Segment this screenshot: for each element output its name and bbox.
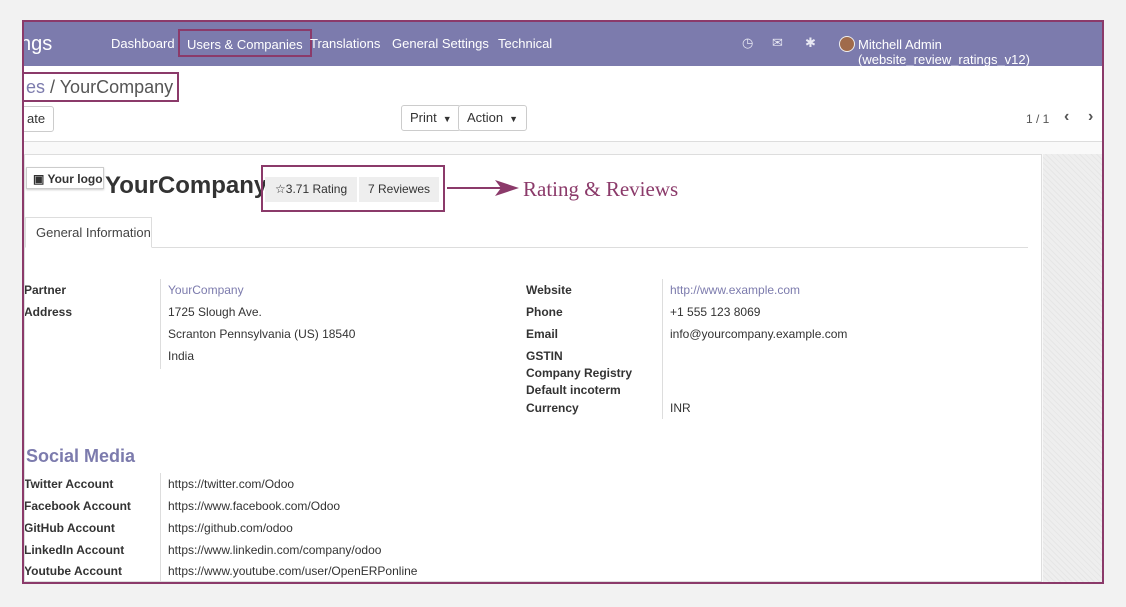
linkedin-label: LinkedIn Account (24, 543, 125, 557)
right-column-divider (662, 279, 663, 419)
rating-reviews-highlight: ☆3.71 Rating 7 Reviewes (261, 165, 445, 212)
chevron-left-icon[interactable]: ‹ (1064, 108, 1069, 126)
partner-label: Partner (24, 283, 67, 297)
arrow-annotation-icon (447, 180, 519, 196)
address-label: Address (24, 305, 73, 319)
user-menu[interactable]: Mitchell Admin (website_review_ratings_v… (858, 37, 1102, 67)
logo-upload-button[interactable]: ▣ Your logo (26, 167, 104, 189)
website-link[interactable]: http://www.example.com (670, 283, 800, 297)
avatar[interactable] (839, 36, 855, 52)
breadcrumb-separator: / (45, 77, 60, 97)
logo-label: Your logo (47, 172, 103, 186)
social-media-heading: Social Media (26, 446, 136, 466)
email-value[interactable]: info@yourcompany.example.com (670, 327, 847, 341)
github-label: GitHub Account (24, 521, 115, 535)
pager-value[interactable]: 1 / 1 (1026, 112, 1049, 126)
action-dropdown-button[interactable]: Action ▼ (458, 105, 528, 131)
social-column-divider (160, 473, 161, 581)
email-label: Email (526, 327, 559, 341)
create-button[interactable]: ate (24, 106, 55, 132)
website-label: Website (526, 283, 572, 297)
top-navbar: ngs Dashboard Users & Companies Translat… (24, 22, 1102, 67)
action-label: Action (467, 110, 504, 125)
chatter-placeholder (1043, 154, 1102, 582)
phone-label: Phone (526, 305, 563, 319)
chat-icon[interactable]: ✉ (772, 35, 783, 51)
currency-label: Currency (526, 401, 579, 415)
linkedin-value[interactable]: https://www.linkedin.com/company/odoo (168, 543, 381, 557)
youtube-value[interactable]: https://www.youtube.com/user/OpenERPonli… (168, 564, 417, 578)
rating-button[interactable]: ☆3.71 Rating (265, 177, 357, 202)
github-value[interactable]: https://github.com/odoo (168, 521, 293, 535)
address-country[interactable]: India (168, 349, 194, 363)
facebook-value[interactable]: https://www.facebook.com/Odoo (168, 499, 340, 513)
menu-dashboard[interactable]: Dashboard (111, 36, 175, 51)
breadcrumb-current: YourCompany (59, 77, 174, 97)
facebook-label: Facebook Account (24, 499, 131, 513)
caret-down-icon: ▼ (509, 113, 519, 124)
rating-label: 3.71 Rating (285, 182, 348, 196)
left-column-divider (160, 279, 161, 369)
print-dropdown-button[interactable]: Print ▼ (401, 105, 461, 131)
caret-down-icon: ▼ (442, 113, 452, 124)
control-panel: es / YourCompany ate Print ▼ Action ▼ 1 / … (24, 66, 1102, 142)
debug-bug-icon[interactable]: ✱ (805, 35, 816, 51)
currency-value[interactable]: INR (670, 401, 691, 415)
tab-general-information[interactable]: General Information (25, 217, 152, 248)
twitter-value[interactable]: https://twitter.com/Odoo (168, 477, 294, 491)
reviews-button[interactable]: 7 Reviewes (359, 177, 439, 202)
print-label: Print (410, 110, 437, 125)
company-registry-label: Company Registry (526, 366, 633, 380)
annotation-label: Rating & Reviews (523, 177, 679, 201)
menu-users-companies[interactable]: Users & Companies (178, 29, 312, 57)
youtube-label: Youtube Account (24, 564, 122, 578)
app-window: ngs Dashboard Users & Companies Translat… (22, 20, 1104, 584)
form-sheet: ▣ Your logo YourCompany ☆3.71 Rating 7 R… (24, 154, 1042, 582)
activity-clock-icon[interactable]: ◷ (742, 35, 753, 51)
address-city[interactable]: Scranton Pennsylvania (US) 18540 (168, 327, 355, 341)
phone-value[interactable]: +1 555 123 8069 (670, 305, 760, 319)
company-name: YourCompany (105, 172, 268, 199)
tab-divider (152, 247, 1028, 248)
breadcrumb: es / YourCompany (24, 72, 180, 102)
camera-icon: ▣ (33, 172, 45, 186)
chevron-right-icon[interactable]: › (1088, 108, 1093, 126)
address-street[interactable]: 1725 Slough Ave. (168, 305, 262, 319)
menu-general-settings[interactable]: General Settings (392, 36, 489, 51)
menu-translations[interactable]: Translations (310, 36, 380, 51)
breadcrumb-parent-link[interactable]: es (26, 77, 45, 97)
reviews-label: 7 Reviewes (368, 182, 431, 196)
app-brand[interactable]: ngs (24, 33, 52, 56)
partner-link[interactable]: YourCompany (168, 283, 244, 297)
menu-technical[interactable]: Technical (498, 36, 552, 51)
default-incoterm-label: Default incoterm (526, 383, 621, 397)
gstin-label: GSTIN (526, 349, 563, 363)
star-icon: ☆ (275, 182, 286, 196)
twitter-label: Twitter Account (24, 477, 114, 491)
